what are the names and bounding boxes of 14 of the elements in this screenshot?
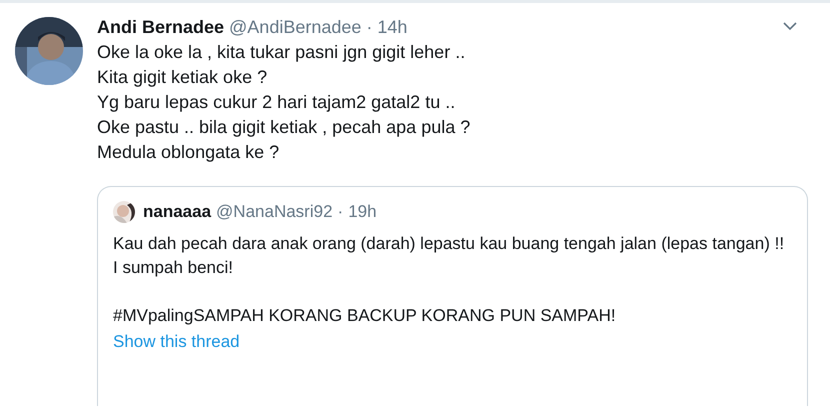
quoted-author-handle: @NanaNasri92 (216, 202, 333, 222)
quoted-tweet-card[interactable]: nanaaaa @NanaNasri92 · 19h Kau dah pecah dara anak orang (darah) lepastu kau buang tengah jalan (lepas tangan) !! I sumpah benci! #MVpalingSAMPAH KORANG BACKUP KORANG PUN SAMPAH! Show this thread (97, 186, 808, 406)
quoted-tweet-text: Kau dah pecah dara anak orang (darah) lepastu kau buang tengah jalan (lepas tangan) !! I sumpah benci! (113, 233, 786, 279)
author-name[interactable]: Andi Bernadee (97, 17, 224, 38)
caret-icon[interactable] (782, 21, 798, 31)
quoted-author-name: nanaaaa (143, 202, 212, 222)
show-thread-link[interactable]: Show this thread (113, 332, 240, 352)
separator-dot: · (366, 17, 372, 38)
quoted-timestamp: 19h (348, 202, 377, 222)
quoted-tweet-text: #MVpalingSAMPAH KORANG BACKUP KORANG PUN SAMPAH! (113, 305, 617, 327)
separator-dot: · (338, 202, 344, 222)
author-handle[interactable]: @AndiBernadee (229, 17, 362, 38)
timestamp[interactable]: 14h (377, 17, 408, 38)
tweet-text: Oke la oke la , kita tukar pasni jgn gigit leher .. Kita gigit ketiak oke ? Yg baru lepas cukur 2 hari tajam2 gatal2 tu .. Oke pastu .. bila gigit ketiak , pecah apa pula ? Medula oblongata ke ? (97, 41, 472, 164)
